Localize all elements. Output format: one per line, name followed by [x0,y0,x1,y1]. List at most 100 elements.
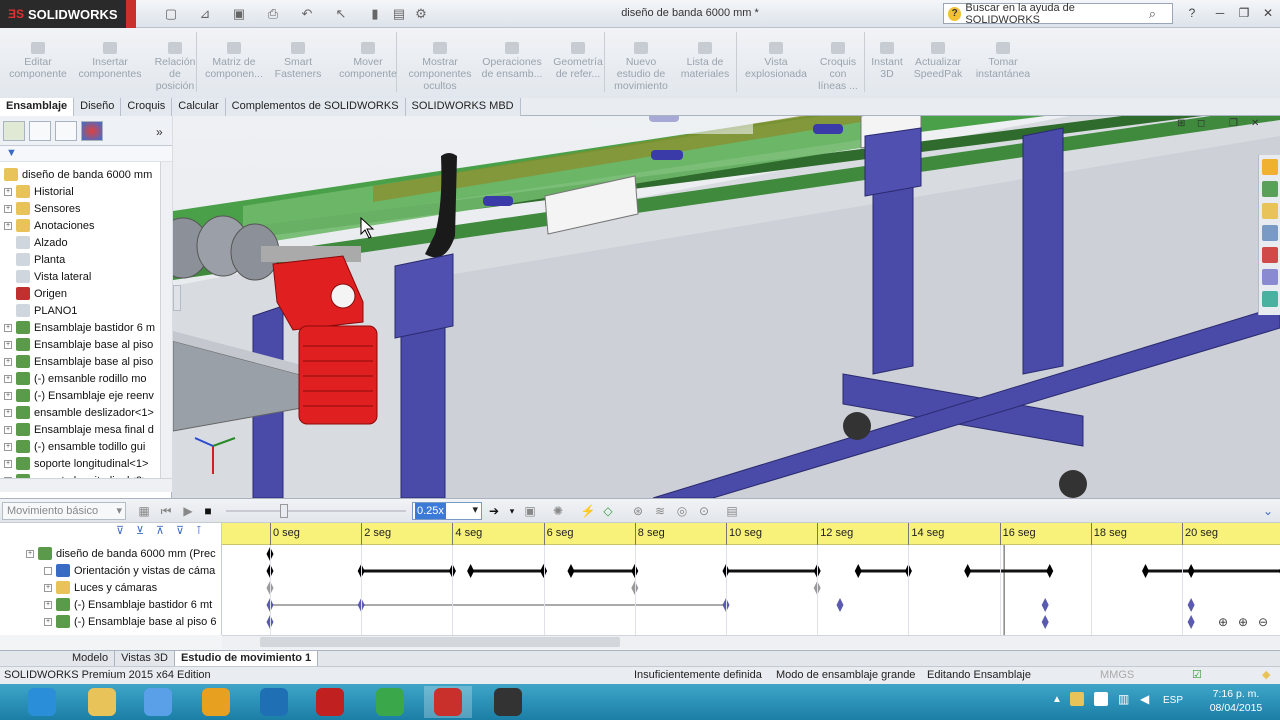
zoom-out-icon[interactable]: ⊖ [1258,615,1274,631]
tree-root[interactable]: diseño de banda 6000 mm [0,166,160,183]
taskbar-app[interactable] [18,686,66,718]
add-key-icon[interactable]: ◇ [600,503,616,519]
viewport-maximize-icon[interactable]: ◻ [1197,118,1205,129]
expand-toggle-icon[interactable]: + [4,391,12,400]
motion-tree-item[interactable]: + diseño de banda 6000 mm (Prec [0,545,222,562]
new-file-icon[interactable]: ▢ [162,5,180,23]
cmd-mover-componente[interactable]: Mover componente [330,28,406,98]
calculate-icon[interactable]: ▦ [136,503,152,519]
play-icon[interactable]: ▶ [180,503,196,519]
home-icon[interactable] [1262,159,1278,175]
expand-toggle-icon[interactable]: + [44,617,52,626]
file-explorer-icon[interactable] [1262,203,1278,219]
graphics-area[interactable]: ⊞ ◻ ❐ ✕ [173,116,1280,498]
language-indicator[interactable]: ESP [1163,695,1183,706]
expand-toggle-icon[interactable]: + [26,549,34,558]
feature-tree-tab-icon[interactable] [3,121,25,141]
forum-icon[interactable] [1262,291,1278,307]
taskbar-app[interactable] [250,686,298,718]
units-label[interactable]: MMGS [1100,667,1134,684]
tree-item[interactable]: + Historial [0,183,160,200]
tree-vertical-scrollbar[interactable] [160,162,172,478]
zoom-in-icon[interactable]: ⊕ [1238,615,1254,631]
tree-item[interactable]: + (-) Ensamblaje eje reenv [0,387,160,404]
assembly-3d-view[interactable] [173,116,1280,498]
expand-toggle-icon[interactable]: + [4,374,12,383]
file-properties-icon[interactable]: ▤ [390,5,408,23]
filter-autosort-icon[interactable]: ⊺ [196,524,202,537]
rebuild-status-icon[interactable]: ☑ [1192,667,1202,684]
doc-tab-modelo[interactable]: Modelo [66,651,116,666]
filter-driving-icon[interactable]: ⊻ [136,524,144,537]
design-library-icon[interactable] [1262,181,1278,197]
gravity-icon[interactable]: ⊙ [696,503,712,519]
heads-up-view-toolbar[interactable] [593,116,753,134]
expand-toggle-icon[interactable]: + [4,425,12,434]
stop-icon[interactable]: ■ [200,503,216,519]
rebuild-icon[interactable]: ▮ [366,5,384,23]
tab-solidworks-mbd[interactable]: SOLIDWORKS MBD [405,98,521,116]
timeline-scrollbar-thumb[interactable] [260,637,620,647]
tree-item[interactable]: Origen [0,285,160,302]
tray-flag-icon[interactable] [1094,692,1108,706]
spring-icon[interactable]: ≋ [652,503,668,519]
cmd-relacion-de-posicion[interactable]: Relación de posición [144,28,206,98]
expand-toggle-icon[interactable]: + [4,408,12,417]
key-point[interactable] [567,564,575,578]
cmd-nuevo-estudio-de-movimiento[interactable]: Nuevo estudio de movimiento [610,28,672,98]
clock[interactable]: 7:16 p. m. 08/04/2015 [1196,687,1276,715]
expand-toggle-icon[interactable]: + [4,204,12,213]
tree-item[interactable]: + Sensores [0,200,160,217]
print-icon[interactable]: ⎙ [264,5,282,23]
viewport-close-icon[interactable]: ✕ [1251,118,1259,129]
key-point[interactable] [1187,615,1195,629]
timeline-tracks[interactable] [222,523,1280,635]
expand-toggle-icon[interactable]: + [44,600,52,609]
key-point[interactable] [1187,598,1195,612]
cmd-lista-de-materiales[interactable]: Lista de materiales [674,28,736,98]
cmd-editar-componente[interactable]: Editar componente [2,28,74,98]
results-icon[interactable]: ▤ [724,503,740,519]
playback-mode-icon[interactable]: ➔ [486,503,502,519]
key-point[interactable] [1142,564,1150,578]
playback-slider[interactable] [226,510,406,512]
taskbar-app[interactable] [192,686,240,718]
options-icon[interactable]: ⚙ [412,5,430,23]
key-point[interactable] [964,564,972,578]
cmd-vista-explosionada[interactable]: Vista explosionada [738,28,814,98]
cmd-tomar-instantanea[interactable]: Tomar instantánea [966,28,1040,98]
collapse-motion-manager-icon[interactable]: ⌄ [1260,503,1276,519]
save-icon[interactable]: ▣ [230,5,248,23]
tab-croquis[interactable]: Croquis [121,98,173,116]
tray-app-icon[interactable] [1070,692,1084,706]
tab-complementos-de-solidworks[interactable]: Complementos de SOLIDWORKS [225,98,406,116]
playback-slider-thumb[interactable] [280,504,288,518]
menu-arrow-button[interactable] [126,0,136,28]
expand-toggle-icon[interactable] [44,566,52,575]
tree-item[interactable]: + Anotaciones [0,217,160,234]
cmd-smart-fasteners[interactable]: Smart Fasteners [262,28,334,98]
minimize-button[interactable]: ─ [1210,4,1230,22]
tab-ensamblaje[interactable]: Ensamblaje [0,98,75,116]
solidworks-logo[interactable]: ƎS SOLIDWORKS [0,0,126,28]
undo-icon[interactable]: ↶ [298,5,316,23]
appearances-icon[interactable] [1262,247,1278,263]
key-point[interactable] [854,564,862,578]
motion-tree-item[interactable]: + (-) Ensamblaje base al piso 6 [0,613,222,630]
cmd-mostrar-componentes-ocultos[interactable]: Mostrar componentes ocultos [404,28,476,98]
key-point[interactable] [1187,564,1195,578]
tree-item[interactable]: + ensamble deslizador<1> [0,404,160,421]
collapse-panel-handle[interactable] [173,285,181,311]
filter-results-icon[interactable]: ⊽ [176,524,184,537]
taskbar-app[interactable] [134,686,182,718]
tree-item[interactable]: + (-) emsanble rodillo mo [0,370,160,387]
motor-icon[interactable]: ⊛ [630,503,646,519]
tree-item[interactable]: Vista lateral [0,268,160,285]
select-icon[interactable]: ↖ [332,5,350,23]
motion-tree-item[interactable]: + Luces y cámaras [0,579,222,596]
search-icon[interactable]: ⌕ [1149,6,1156,22]
autokey-icon[interactable]: ⚡ [580,503,596,519]
cmd-actualizar-speedpak[interactable]: Actualizar SpeedPak [910,28,966,98]
contact-icon[interactable]: ◎ [674,503,690,519]
tab-diseno[interactable]: Diseño [74,98,122,116]
